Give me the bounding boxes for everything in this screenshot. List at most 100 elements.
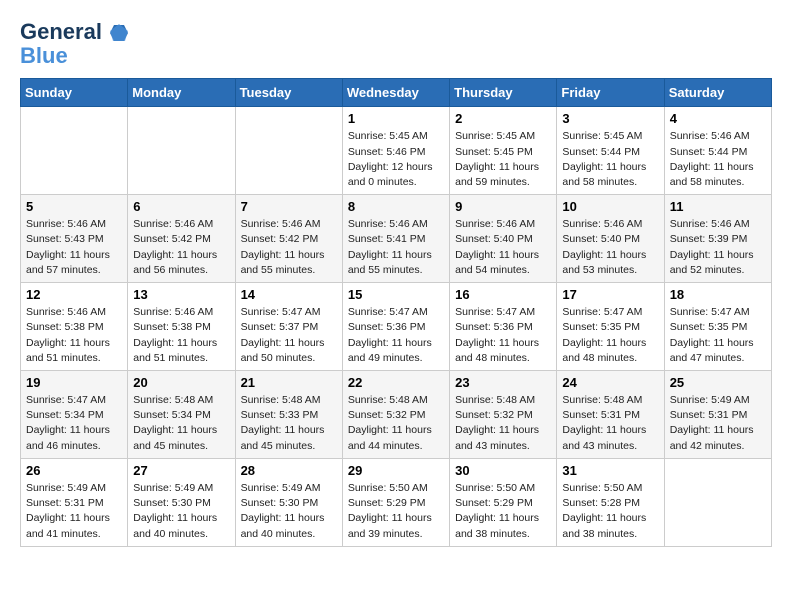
day-number: 31 [562,463,658,478]
calendar-cell: 15 Sunrise: 5:47 AMSunset: 5:36 PMDayligh… [342,283,449,371]
day-number: 19 [26,375,122,390]
day-number: 6 [133,199,229,214]
day-detail: Sunrise: 5:49 AMSunset: 5:31 PMDaylight:… [26,481,122,542]
calendar-cell: 31 Sunrise: 5:50 AMSunset: 5:28 PMDayligh… [557,458,664,546]
logo-icon [110,23,128,43]
day-number: 20 [133,375,229,390]
calendar-week-5: 26 Sunrise: 5:49 AMSunset: 5:31 PMDayligh… [21,458,772,546]
calendar-week-4: 19 Sunrise: 5:47 AMSunset: 5:34 PMDayligh… [21,371,772,459]
calendar-cell: 20 Sunrise: 5:48 AMSunset: 5:34 PMDayligh… [128,371,235,459]
day-detail: Sunrise: 5:49 AMSunset: 5:30 PMDaylight:… [241,481,337,542]
day-detail: Sunrise: 5:46 AMSunset: 5:38 PMDaylight:… [26,305,122,366]
calendar-cell: 13 Sunrise: 5:46 AMSunset: 5:38 PMDayligh… [128,283,235,371]
day-detail: Sunrise: 5:47 AMSunset: 5:34 PMDaylight:… [26,393,122,454]
calendar-cell [235,107,342,195]
calendar-cell [128,107,235,195]
day-number: 30 [455,463,551,478]
calendar-cell: 22Sunrise: 5:48 AMSunset: 5:32 PMDayligh… [342,371,449,459]
day-detail: Sunrise: 5:45 AMSunset: 5:46 PMDaylight:… [348,129,444,190]
calendar-cell [664,458,771,546]
day-number: 4 [670,111,766,126]
day-detail: Sunrise: 5:46 AMSunset: 5:40 PMDaylight:… [562,217,658,278]
day-number: 29 [348,463,444,478]
day-detail: Sunrise: 5:46 AMSunset: 5:44 PMDaylight:… [670,129,766,190]
logo: General Blue [20,20,128,68]
calendar-cell: 30 Sunrise: 5:50 AMSunset: 5:29 PMDayligh… [450,458,557,546]
calendar-cell: 10Sunrise: 5:46 AMSunset: 5:40 PMDayligh… [557,195,664,283]
day-detail: Sunrise: 5:46 AMSunset: 5:40 PMDaylight:… [455,217,551,278]
calendar-cell: 5Sunrise: 5:46 AMSunset: 5:43 PMDaylight… [21,195,128,283]
calendar-cell: 6 Sunrise: 5:46 AMSunset: 5:42 PMDaylight… [128,195,235,283]
calendar-cell: 17Sunrise: 5:47 AMSunset: 5:35 PMDayligh… [557,283,664,371]
day-number: 2 [455,111,551,126]
calendar-cell: 26 Sunrise: 5:49 AMSunset: 5:31 PMDayligh… [21,458,128,546]
day-number: 25 [670,375,766,390]
weekday-header-monday: Monday [128,79,235,107]
day-number: 22 [348,375,444,390]
day-detail: Sunrise: 5:50 AMSunset: 5:29 PMDaylight:… [348,481,444,542]
day-detail: Sunrise: 5:45 AMSunset: 5:45 PMDaylight:… [455,129,551,190]
logo-text-line2: Blue [20,44,128,68]
calendar-week-3: 12 Sunrise: 5:46 AMSunset: 5:38 PMDayligh… [21,283,772,371]
day-detail: Sunrise: 5:45 AMSunset: 5:44 PMDaylight:… [562,129,658,190]
calendar-week-1: 1 Sunrise: 5:45 AMSunset: 5:46 PMDaylight… [21,107,772,195]
calendar-cell: 28 Sunrise: 5:49 AMSunset: 5:30 PMDayligh… [235,458,342,546]
calendar-cell: 1 Sunrise: 5:45 AMSunset: 5:46 PMDaylight… [342,107,449,195]
day-detail: Sunrise: 5:48 AMSunset: 5:33 PMDaylight:… [241,393,337,454]
weekday-header-sunday: Sunday [21,79,128,107]
calendar-cell: 19 Sunrise: 5:47 AMSunset: 5:34 PMDayligh… [21,371,128,459]
day-number: 11 [670,199,766,214]
day-detail: Sunrise: 5:48 AMSunset: 5:34 PMDaylight:… [133,393,229,454]
day-detail: Sunrise: 5:47 AMSunset: 5:36 PMDaylight:… [455,305,551,366]
day-detail: Sunrise: 5:47 AMSunset: 5:36 PMDaylight:… [348,305,444,366]
calendar-cell: 4 Sunrise: 5:46 AMSunset: 5:44 PMDaylight… [664,107,771,195]
day-detail: Sunrise: 5:47 AMSunset: 5:37 PMDaylight:… [241,305,337,366]
day-number: 3 [562,111,658,126]
day-number: 15 [348,287,444,302]
day-number: 9 [455,199,551,214]
weekday-header-friday: Friday [557,79,664,107]
day-detail: Sunrise: 5:50 AMSunset: 5:28 PMDaylight:… [562,481,658,542]
day-detail: Sunrise: 5:49 AMSunset: 5:30 PMDaylight:… [133,481,229,542]
day-number: 14 [241,287,337,302]
day-detail: Sunrise: 5:48 AMSunset: 5:32 PMDaylight:… [455,393,551,454]
calendar-cell: 9 Sunrise: 5:46 AMSunset: 5:40 PMDaylight… [450,195,557,283]
calendar-cell: 16Sunrise: 5:47 AMSunset: 5:36 PMDayligh… [450,283,557,371]
calendar-cell: 12 Sunrise: 5:46 AMSunset: 5:38 PMDayligh… [21,283,128,371]
day-detail: Sunrise: 5:49 AMSunset: 5:31 PMDaylight:… [670,393,766,454]
calendar-cell: 24 Sunrise: 5:48 AMSunset: 5:31 PMDayligh… [557,371,664,459]
day-number: 21 [241,375,337,390]
calendar-cell: 14 Sunrise: 5:47 AMSunset: 5:37 PMDayligh… [235,283,342,371]
logo-text-line1: General [20,20,128,44]
day-number: 1 [348,111,444,126]
day-detail: Sunrise: 5:46 AMSunset: 5:42 PMDaylight:… [133,217,229,278]
calendar-cell: 8Sunrise: 5:46 AMSunset: 5:41 PMDaylight… [342,195,449,283]
day-number: 27 [133,463,229,478]
day-detail: Sunrise: 5:46 AMSunset: 5:41 PMDaylight:… [348,217,444,278]
calendar-cell: 21 Sunrise: 5:48 AMSunset: 5:33 PMDayligh… [235,371,342,459]
day-number: 18 [670,287,766,302]
calendar-cell: 11Sunrise: 5:46 AMSunset: 5:39 PMDayligh… [664,195,771,283]
calendar-cell: 18 Sunrise: 5:47 AMSunset: 5:35 PMDayligh… [664,283,771,371]
day-number: 12 [26,287,122,302]
day-number: 28 [241,463,337,478]
calendar-cell: 23Sunrise: 5:48 AMSunset: 5:32 PMDayligh… [450,371,557,459]
day-detail: Sunrise: 5:46 AMSunset: 5:38 PMDaylight:… [133,305,229,366]
day-number: 26 [26,463,122,478]
day-number: 13 [133,287,229,302]
day-number: 17 [562,287,658,302]
day-detail: Sunrise: 5:48 AMSunset: 5:31 PMDaylight:… [562,393,658,454]
weekday-header-wednesday: Wednesday [342,79,449,107]
calendar-week-2: 5Sunrise: 5:46 AMSunset: 5:43 PMDaylight… [21,195,772,283]
day-detail: Sunrise: 5:46 AMSunset: 5:43 PMDaylight:… [26,217,122,278]
day-detail: Sunrise: 5:50 AMSunset: 5:29 PMDaylight:… [455,481,551,542]
day-detail: Sunrise: 5:47 AMSunset: 5:35 PMDaylight:… [670,305,766,366]
calendar-header-row: SundayMondayTuesdayWednesdayThursdayFrid… [21,79,772,107]
weekday-header-tuesday: Tuesday [235,79,342,107]
calendar-cell: 7Sunrise: 5:46 AMSunset: 5:42 PMDaylight… [235,195,342,283]
weekday-header-thursday: Thursday [450,79,557,107]
day-number: 7 [241,199,337,214]
calendar-cell: 2 Sunrise: 5:45 AMSunset: 5:45 PMDaylight… [450,107,557,195]
calendar-body: 1 Sunrise: 5:45 AMSunset: 5:46 PMDaylight… [21,107,772,546]
day-number: 24 [562,375,658,390]
